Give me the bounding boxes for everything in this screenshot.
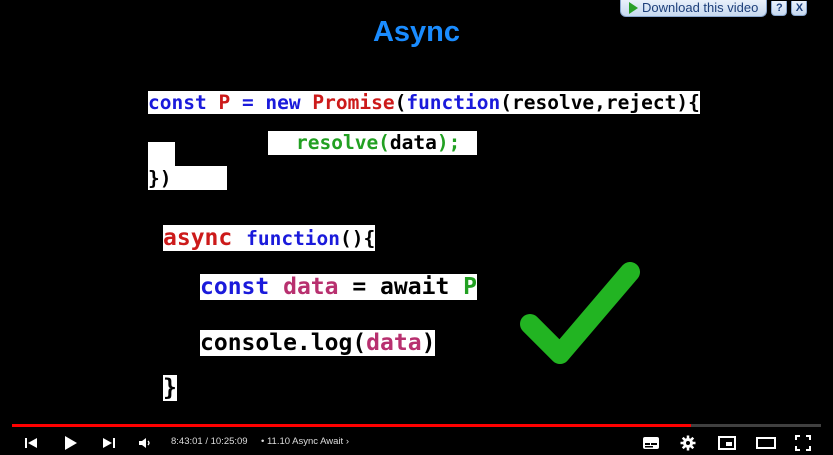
download-bar: Download this video ? X	[620, 0, 808, 17]
download-video-button[interactable]: Download this video	[620, 0, 768, 17]
miniplayer-icon[interactable]	[716, 430, 738, 455]
chapter-title: • 11.10 Async Await	[261, 436, 344, 447]
code-close-brace: }	[163, 375, 177, 401]
code-const-2: const	[200, 274, 270, 300]
code-params: (resolve,reject){	[500, 91, 700, 114]
code-data: data	[389, 131, 437, 154]
code-resolve: resolve(	[296, 131, 390, 154]
player-controls	[0, 430, 833, 455]
chapter-link[interactable]: • 11.10 Async Await ›	[261, 436, 349, 447]
code-data-var: data	[283, 274, 339, 300]
code-function: function	[406, 91, 501, 114]
promise-line-1: const P = new Promise(function(resolve,r…	[148, 91, 700, 115]
code-await: = await	[352, 274, 450, 300]
progress-bar[interactable]	[12, 424, 821, 427]
time-display: 8:43:01 / 10:25:09	[171, 436, 248, 447]
code-promise: Promise	[312, 91, 395, 114]
volume-icon[interactable]	[135, 430, 155, 455]
code-console: console.log(	[200, 330, 367, 356]
async-line-1: async function(){	[163, 224, 376, 253]
promise-line-3: })	[148, 167, 171, 191]
code-open: (	[394, 91, 407, 114]
help-button[interactable]: ?	[771, 0, 788, 16]
code-const: const	[148, 91, 207, 114]
code-var-p: P	[218, 91, 231, 114]
settings-icon[interactable]	[677, 430, 699, 455]
checkmark-icon	[520, 262, 640, 364]
async-line-4: }	[163, 374, 177, 402]
download-label: Download this video	[642, 0, 759, 15]
code-resolve-end: );	[436, 131, 461, 154]
previous-icon[interactable]	[20, 430, 42, 455]
code-function-2: function	[246, 227, 341, 250]
code-paren: (){	[340, 227, 376, 250]
next-icon[interactable]	[98, 430, 120, 455]
async-line-2: const data = await P	[200, 273, 478, 301]
progress-fill	[12, 424, 691, 427]
close-button[interactable]: X	[791, 0, 808, 16]
promise-line-2: resolve(data);	[296, 131, 460, 155]
code-p: P	[463, 274, 478, 300]
code-close: })	[148, 167, 172, 190]
subtitles-icon[interactable]	[640, 430, 662, 455]
slide-title: Async	[372, 16, 461, 48]
code-new: = new	[230, 91, 313, 114]
code-data-arg: data	[366, 330, 422, 356]
async-line-3: console.log(data)	[200, 329, 436, 357]
chevron-right-icon: ›	[345, 436, 350, 447]
fullscreen-icon[interactable]	[792, 430, 814, 455]
code-close-paren: )	[421, 330, 436, 356]
play-icon[interactable]	[60, 430, 82, 455]
play-green-icon	[629, 1, 638, 14]
code-async: async	[163, 225, 233, 251]
theater-icon[interactable]	[754, 430, 778, 455]
